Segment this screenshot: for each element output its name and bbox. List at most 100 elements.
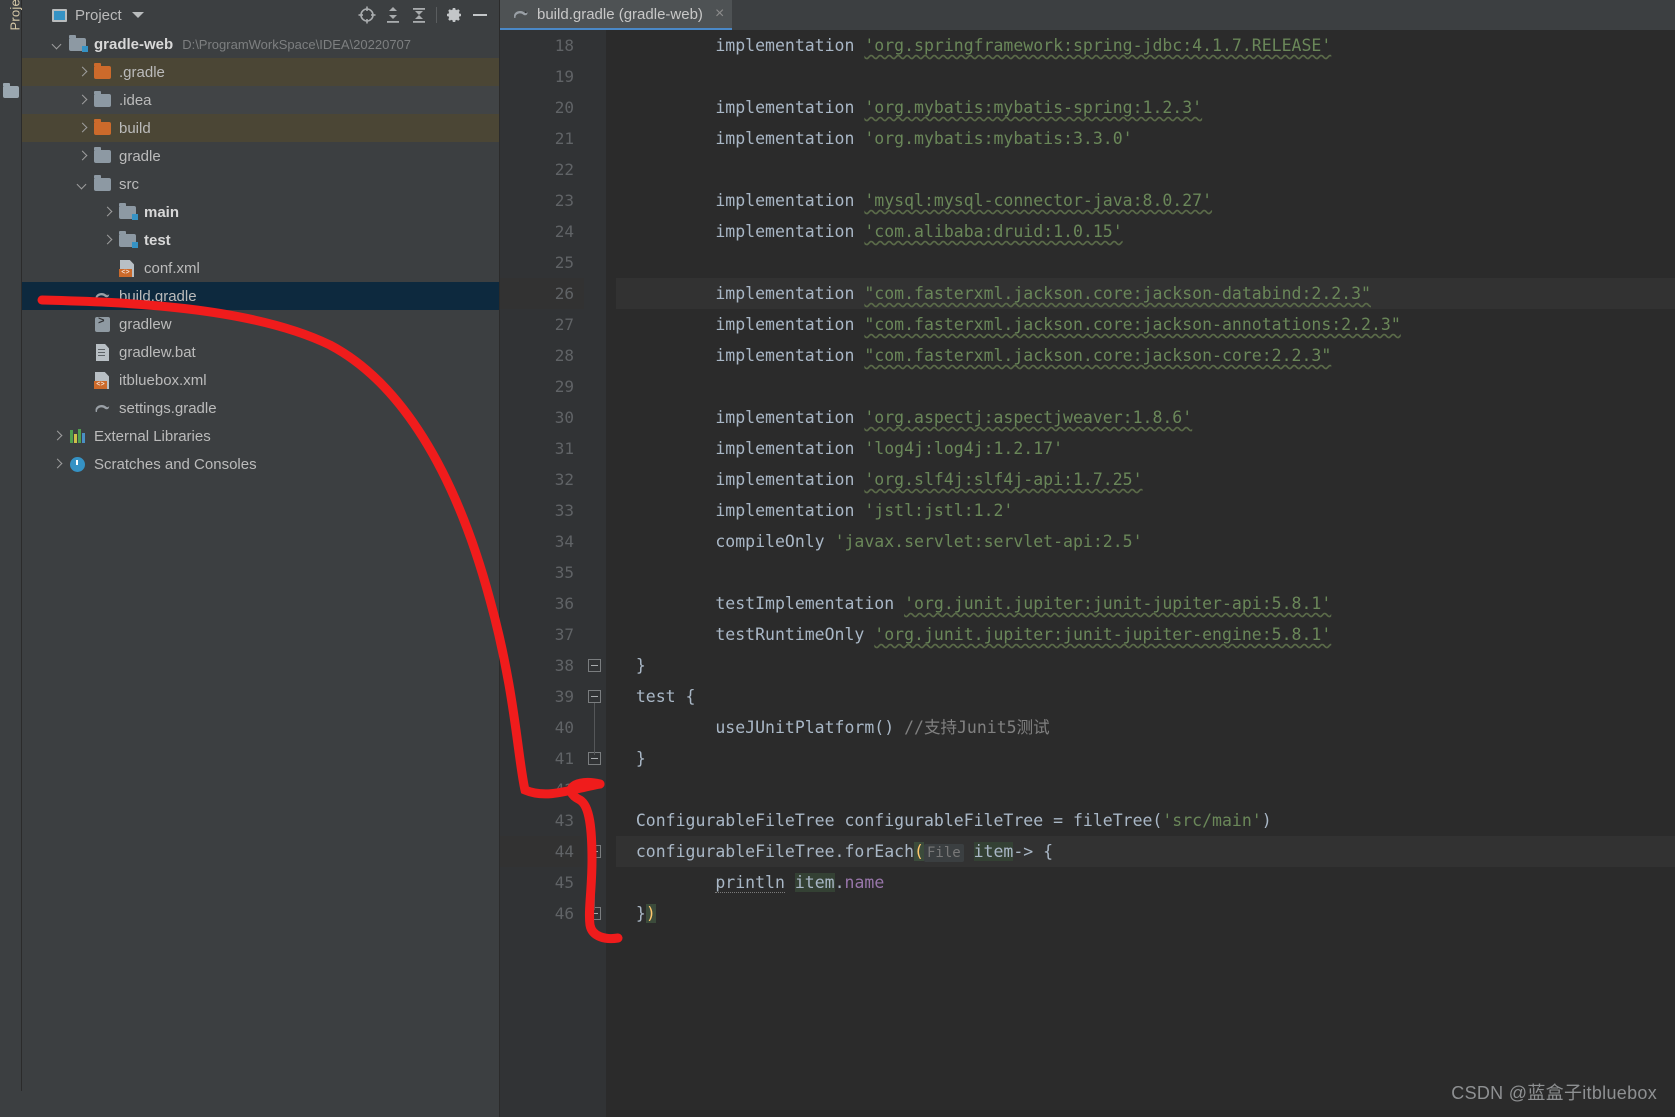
code-line[interactable]: }) (616, 898, 1675, 929)
code-line[interactable]: testRuntimeOnly 'org.junit.jupiter:junit… (616, 619, 1675, 650)
line-number[interactable]: 33 (500, 495, 584, 526)
line-number[interactable]: 28 (500, 340, 584, 371)
code-line[interactable]: implementation "com.fasterxml.jackson.co… (616, 278, 1675, 309)
minimize-icon[interactable] (467, 2, 493, 28)
code-line[interactable]: implementation 'org.slf4j:slf4j-api:1.7.… (616, 464, 1675, 495)
line-number[interactable]: 34 (500, 526, 584, 557)
chevron-down-icon[interactable] (77, 179, 88, 190)
code-text[interactable]: implementation 'org.springframework:spri… (606, 30, 1675, 1117)
tree-item-main[interactable]: main (22, 198, 499, 226)
code-line[interactable]: implementation 'mysql:mysql-connector-ja… (616, 185, 1675, 216)
line-number[interactable]: 27 (500, 309, 584, 340)
line-number[interactable]: 43 (500, 805, 584, 836)
line-number[interactable]: 18 (500, 30, 584, 61)
fold-collapse-icon[interactable] (588, 690, 601, 703)
line-number[interactable]: 45 (500, 867, 584, 898)
code-line[interactable]: } (616, 743, 1675, 774)
tree-item-external-libraries[interactable]: External Libraries (22, 422, 499, 450)
line-number-gutter[interactable]: 18 19 20 21 22 23 24 25 26 27 28 29 30 31 32 33 34 35 36 37… (500, 30, 600, 1117)
code-line[interactable]: testImplementation 'org.junit.jupiter:ju… (616, 588, 1675, 619)
code-line[interactable]: implementation 'org.mybatis:mybatis-spri… (616, 92, 1675, 123)
line-number[interactable]: 25 (500, 247, 584, 278)
tree-item-build-gradle[interactable]: build.gradle (22, 282, 499, 310)
tree-item-gradlew-bat[interactable]: gradlew.bat (22, 338, 499, 366)
chevron-right-icon[interactable] (52, 431, 63, 442)
code-line[interactable] (616, 61, 1675, 92)
line-number[interactable]: 23 (500, 185, 584, 216)
chevron-right-icon[interactable] (52, 459, 63, 470)
code-line[interactable]: implementation 'org.aspectj:aspectjweave… (616, 402, 1675, 433)
chevron-right-icon[interactable] (102, 235, 113, 246)
code-line[interactable]: implementation "com.fasterxml.jackson.co… (616, 340, 1675, 371)
line-number[interactable]: 38 (500, 650, 584, 681)
tab-build-gradle[interactable]: build.gradle (gradle-web) × (500, 0, 733, 30)
line-number[interactable]: 30 (500, 402, 584, 433)
tree-item-settings-gradle[interactable]: settings.gradle (22, 394, 499, 422)
gear-icon[interactable] (441, 2, 467, 28)
tree-item--gradle[interactable]: .gradle (22, 58, 499, 86)
code-line[interactable] (616, 371, 1675, 402)
line-number[interactable]: 46 (500, 898, 584, 929)
code-line[interactable]: configurableFileTree.forEach(File item->… (616, 836, 1675, 867)
tree-item-src[interactable]: src (22, 170, 499, 198)
chevron-right-icon[interactable] (77, 151, 88, 162)
code-line[interactable] (616, 154, 1675, 185)
line-number[interactable]: 37 (500, 619, 584, 650)
line-number[interactable]: 29 (500, 371, 584, 402)
tree-item-scratches-and-consoles[interactable]: Scratches and Consoles (22, 450, 499, 478)
line-number[interactable]: 21 (500, 123, 584, 154)
line-number[interactable]: 22 (500, 154, 584, 185)
tree-item-conf-xml[interactable]: <> conf.xml (22, 254, 499, 282)
code-line[interactable] (616, 247, 1675, 278)
chevron-right-icon[interactable] (77, 123, 88, 134)
line-number[interactable]: 41 (500, 743, 584, 774)
code-line[interactable]: println item.name (616, 867, 1675, 898)
project-tool-tab[interactable]: Project (0, 0, 23, 78)
chevron-right-icon[interactable] (77, 95, 88, 106)
select-opened-file-icon[interactable] (354, 2, 380, 28)
project-tree[interactable]: gradle-web D:\ProgramWorkSpace\IDEA\20220… (22, 30, 499, 1117)
code-line[interactable]: ConfigurableFileTree configurableFileTre… (616, 805, 1675, 836)
line-number[interactable]: 20 (500, 92, 584, 123)
structure-folder-icon[interactable] (3, 83, 19, 98)
code-line[interactable]: implementation 'log4j:log4j:1.2.17' (616, 433, 1675, 464)
line-number[interactable]: 31 (500, 433, 584, 464)
expand-all-icon[interactable] (380, 2, 406, 28)
line-number[interactable]: 32 (500, 464, 584, 495)
tree-item--idea[interactable]: .idea (22, 86, 499, 114)
line-number[interactable]: 26 (500, 278, 584, 309)
close-icon[interactable]: × (715, 5, 724, 23)
tree-item-test[interactable]: test (22, 226, 499, 254)
code-line[interactable]: useJUnitPlatform() //支持Junit5测试 (616, 712, 1675, 743)
collapse-all-icon[interactable] (406, 2, 432, 28)
code-line[interactable]: implementation 'org.springframework:spri… (616, 30, 1675, 61)
line-number[interactable]: 42 (500, 774, 584, 805)
tree-item-gradlew[interactable]: gradlew (22, 310, 499, 338)
line-number[interactable]: 39 (500, 681, 600, 712)
code-line[interactable]: implementation 'org.mybatis:mybatis:3.3.… (616, 123, 1675, 154)
fold-end-icon[interactable] (588, 659, 601, 672)
code-line[interactable]: test { (616, 681, 1675, 712)
line-number[interactable]: 40 (500, 712, 584, 743)
chevron-down-icon[interactable] (52, 39, 63, 50)
tree-item-itbluebox-xml[interactable]: <> itbluebox.xml (22, 366, 499, 394)
line-number[interactable]: 36 (500, 588, 584, 619)
line-number[interactable]: 24 (500, 216, 584, 247)
tree-item-gradle-web[interactable]: gradle-web D:\ProgramWorkSpace\IDEA\20220… (22, 30, 499, 58)
code-line[interactable]: implementation "com.fasterxml.jackson.co… (616, 309, 1675, 340)
line-number[interactable]: 44 (500, 836, 584, 867)
code-folding-column[interactable] (584, 30, 606, 1117)
tree-item-gradle[interactable]: gradle (22, 142, 499, 170)
code-line[interactable]: implementation 'jstl:jstl:1.2' (616, 495, 1675, 526)
code-line[interactable] (616, 774, 1675, 805)
chevron-right-icon[interactable] (102, 207, 113, 218)
tree-item-build[interactable]: build (22, 114, 499, 142)
line-number[interactable]: 19 (500, 61, 584, 92)
chevron-right-icon[interactable] (77, 67, 88, 78)
code-line[interactable] (616, 557, 1675, 588)
code-line[interactable]: compileOnly 'javax.servlet:servlet-api:2… (616, 526, 1675, 557)
code-line[interactable]: } (616, 650, 1675, 681)
line-number[interactable]: 35 (500, 557, 584, 588)
code-line[interactable]: implementation 'com.alibaba:druid:1.0.15… (616, 216, 1675, 247)
fold-collapse-icon[interactable] (588, 845, 601, 858)
